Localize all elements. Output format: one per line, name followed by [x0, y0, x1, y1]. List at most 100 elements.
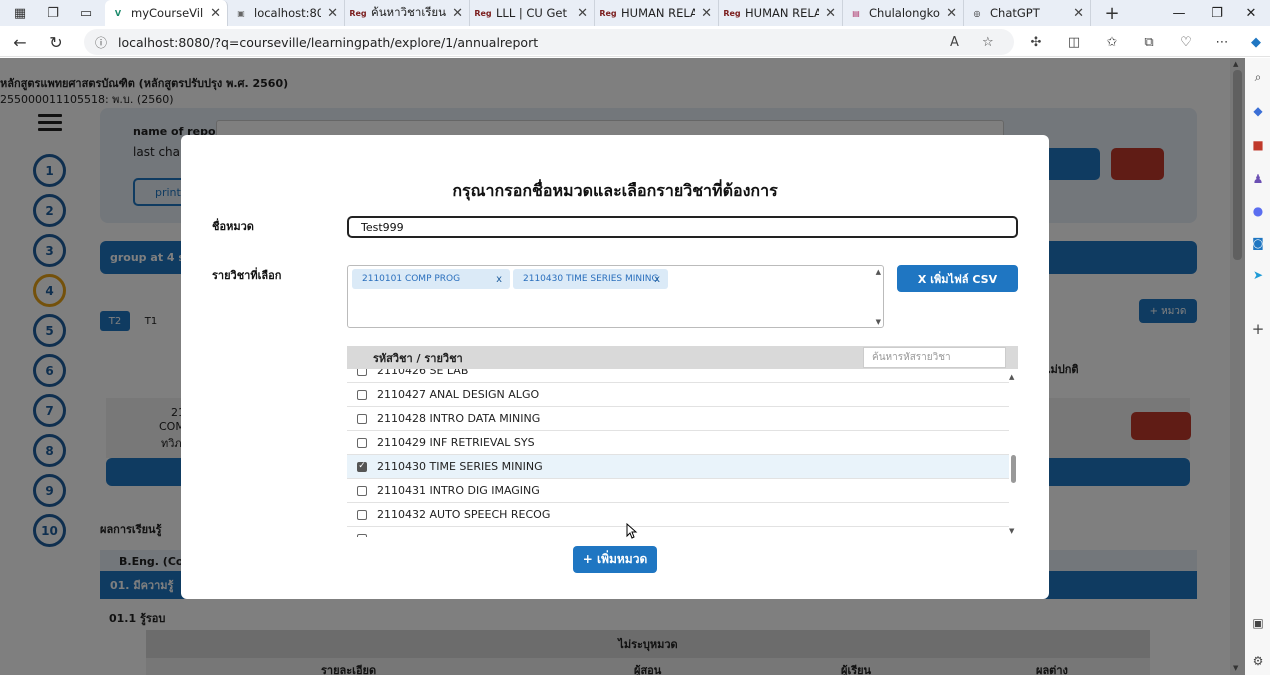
course-checkbox[interactable] [357, 413, 367, 424]
chip-course-2110430: 2110430 TIME SERIES MINING x [513, 269, 668, 289]
sidebar-copilot-icon[interactable]: ● [1249, 202, 1267, 220]
browser-tab-strip: ▦ ❐ ▭ VmyCourseVille✕▣localhost:8080 /✕R… [0, 0, 1270, 26]
sidebar-games-icon[interactable]: ♟ [1249, 170, 1267, 188]
collections-toolbar-icon[interactable]: ⧉ [1137, 30, 1161, 54]
favorite-star-icon[interactable]: ☆ [982, 29, 994, 55]
course-checkbox[interactable] [357, 389, 367, 400]
chip-scroll-up-icon[interactable]: ▲ [876, 268, 881, 276]
back-icon[interactable]: ← [8, 30, 32, 54]
tab-actions-icon[interactable]: ▭ [73, 0, 99, 26]
selected-courses-box[interactable]: 2110101 COMP PROG x 2110430 TIME SERIES … [347, 265, 884, 328]
tab-label: HUMAN RELAT [621, 6, 695, 20]
browser-tab[interactable]: Reg HUMAN RELAT ✕ [719, 0, 843, 26]
maximize-button[interactable]: ❐ [1198, 0, 1236, 26]
sidebar-settings-icon[interactable]: ⚙ [1249, 652, 1267, 670]
browser-tab[interactable]: ▣ localhost:8080 / ✕ [228, 0, 345, 26]
tab-close-icon[interactable]: ✕ [452, 6, 463, 21]
sidebar-search-icon[interactable]: ⌕ [1249, 68, 1267, 86]
tab-favicon-icon: Reg [599, 8, 617, 18]
workspaces-icon[interactable]: ▦ [7, 0, 33, 26]
tab-label: ค้นหาวิชาเรียน | C [371, 5, 447, 19]
course-row[interactable]: 2110432 AUTO SPEECH RECOG [347, 503, 1009, 527]
address-row: ← ↻ ⓘ localhost:8080/?q=courseville/lear… [0, 26, 1270, 57]
copilot-icon[interactable]: ◆ [1244, 30, 1268, 54]
course-row[interactable]: 2110427 ANAL DESIGN ALGO [347, 383, 1009, 407]
browser-tab[interactable]: VmyCourseVille ✕ [105, 0, 228, 26]
add-category-submit-button[interactable]: + เพิ่มหมวด [573, 546, 657, 573]
course-checkbox[interactable] [357, 509, 367, 520]
info-icon[interactable]: ⓘ [88, 34, 114, 51]
course-row-partial[interactable] [347, 527, 1009, 537]
course-checkbox[interactable] [357, 437, 367, 448]
tab-close-icon[interactable]: ✕ [210, 6, 221, 21]
browser-tab[interactable]: Reg ค้นหาวิชาเรียน | C ✕ [345, 0, 470, 26]
tab-close-icon[interactable]: ✕ [1073, 6, 1084, 21]
sidebar-screenshot-icon[interactable]: ▣ [1249, 614, 1267, 632]
tab-close-icon[interactable]: ✕ [327, 6, 338, 21]
course-label: 2110426 SE LAB [377, 369, 469, 377]
refresh-icon[interactable]: ↻ [44, 30, 68, 54]
add-csv-button[interactable]: X เพิ่มไฟล์ CSV [897, 265, 1018, 292]
course-checkbox[interactable] [357, 485, 367, 496]
course-row[interactable]: ✓ 2110430 TIME SERIES MINING [347, 455, 1009, 479]
minimize-button[interactable]: — [1160, 0, 1198, 26]
course-row[interactable]: 2110429 INF RETRIEVAL SYS [347, 431, 1009, 455]
category-name-input[interactable]: Test999 [347, 216, 1018, 238]
browser-essentials-icon[interactable]: ♡ [1174, 30, 1198, 54]
new-tab-button[interactable]: + [1099, 0, 1125, 26]
read-aloud-icon[interactable]: A [950, 29, 959, 55]
course-row[interactable]: 2110426 SE LAB [347, 369, 1009, 383]
course-list-scrollbar[interactable]: ▲ ▼ [1009, 369, 1018, 537]
course-checkbox[interactable]: ✓ [357, 461, 367, 472]
sidebar-add-icon[interactable]: + [1249, 320, 1267, 338]
browser-tab[interactable]: ▤ Chulalongkorn ✕ [843, 0, 964, 26]
tab-close-icon[interactable]: ✕ [946, 6, 957, 21]
address-bar[interactable]: ⓘ localhost:8080/?q=courseville/learning… [84, 29, 1014, 55]
course-label: 2110428 INTRO DATA MINING [377, 412, 541, 425]
extensions-icon[interactable]: ✣ [1024, 30, 1048, 54]
tab-close-icon[interactable]: ✕ [701, 6, 712, 21]
tab-favicon-icon: ▣ [237, 8, 245, 18]
chip-scroll-down-icon[interactable]: ▼ [876, 318, 881, 326]
chip-course-2110101: 2110101 COMP PROG x [352, 269, 510, 289]
split-screen-icon[interactable]: ◫ [1062, 30, 1086, 54]
browser-tab[interactable]: Reg LLL | CU Get Re ✕ [470, 0, 595, 26]
tab-label: Chulalongkorn [869, 6, 940, 20]
sidebar-send-icon[interactable]: ➤ [1249, 266, 1267, 284]
mouse-cursor-icon [626, 523, 638, 539]
tab-label: myCourseVille [131, 6, 204, 20]
favorites-icon[interactable]: ✩ [1100, 30, 1124, 54]
sidebar-outlook-icon[interactable]: ◙ [1249, 234, 1267, 252]
course-search-input[interactable]: ค้นหารหัสรายวิชา [863, 347, 1006, 368]
tab-favicon-icon: Reg [349, 8, 367, 18]
sidebar-toolbox-icon[interactable]: ■ [1249, 136, 1267, 154]
category-name-label: ชื่อหมวด [212, 220, 254, 233]
sidebar-tag-icon[interactable]: ◆ [1249, 102, 1267, 120]
course-checkbox[interactable] [357, 533, 367, 537]
browser-tab[interactable]: Reg HUMAN RELAT ✕ [595, 0, 719, 26]
tab-favicon-icon: ◎ [973, 8, 981, 18]
chip-remove-button[interactable]: x [496, 274, 502, 285]
edge-sidebar: ⌕ ◆ ■ ♟ ● ◙ ➤ + ▣ ⚙ [1245, 58, 1270, 675]
tab-favicon-icon: ▤ [852, 8, 860, 18]
tab-close-icon[interactable]: ✕ [825, 6, 836, 21]
tab-favicon-icon: Reg [723, 8, 741, 18]
course-label: 2110429 INF RETRIEVAL SYS [377, 436, 535, 449]
course-checkbox[interactable] [357, 369, 367, 376]
tab-favicon-icon: Reg [474, 8, 492, 18]
browser-tab[interactable]: ◎ ChatGPT ✕ [964, 0, 1091, 26]
settings-more-icon[interactable]: ⋯ [1210, 30, 1234, 54]
selected-courses-label: รายวิชาที่เลือก [212, 269, 282, 282]
tab-close-icon[interactable]: ✕ [577, 6, 588, 21]
chip-remove-button[interactable]: x [654, 274, 660, 285]
course-row[interactable]: 2110428 INTRO DATA MINING [347, 407, 1009, 431]
course-label: 2110431 INTRO DIG IMAGING [377, 484, 540, 497]
course-row[interactable]: 2110431 INTRO DIG IMAGING [347, 479, 1009, 503]
course-list-scroll-thumb[interactable] [1011, 455, 1016, 483]
tab-favicon-icon: V [114, 8, 122, 18]
category-modal: กรุณากรอกชื่อหมวดและเลือกรายวิชาที่ต้องก… [181, 135, 1049, 599]
collections-icon[interactable]: ❐ [40, 0, 66, 26]
tab-label: LLL | CU Get Re [496, 6, 571, 20]
close-window-button[interactable]: ✕ [1232, 0, 1270, 26]
modal-title: กรุณากรอกชื่อหมวดและเลือกรายวิชาที่ต้องก… [452, 181, 778, 200]
